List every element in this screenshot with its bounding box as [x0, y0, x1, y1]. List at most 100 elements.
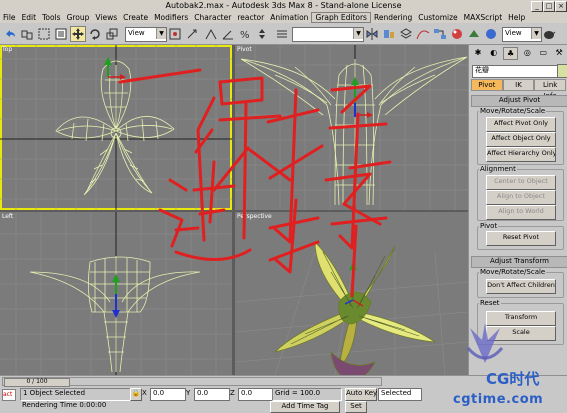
add-time-tag-button[interactable]: Add Time Tag — [270, 401, 340, 413]
quick-render-icon[interactable] — [483, 26, 499, 42]
reset-scale-button[interactable]: Scale — [486, 326, 556, 341]
adjust-transform-rollout[interactable]: Adjust Transform — [471, 256, 567, 268]
viewport-area: Top Pivot Left Perspective — [0, 45, 468, 375]
time-slider-thumb[interactable]: 0 / 100 — [4, 378, 70, 387]
menu-help[interactable]: Help — [505, 12, 528, 23]
material-editor-icon[interactable] — [449, 26, 465, 42]
menu-edit[interactable]: Edit — [19, 12, 40, 23]
menu-create[interactable]: Create — [120, 12, 151, 23]
top-view-graphics — [0, 45, 232, 210]
command-panel: ✱ ◐ ♣ ◎ ▭ ⚒ 花瓣 Pivot IK Link Info Adjust… — [468, 45, 567, 375]
utilities-tab-icon[interactable]: ⚒ — [552, 47, 566, 58]
reference-coord-dropdown[interactable]: View ▼ — [125, 27, 167, 42]
reset-label: Reset — [479, 299, 501, 307]
center-to-object-button[interactable]: Center to Object — [486, 175, 556, 190]
align-icon[interactable] — [381, 26, 397, 42]
viewport-perspective[interactable]: Perspective — [235, 212, 468, 375]
selection-status: 1 Object Selected — [20, 388, 132, 401]
y-coord-field[interactable]: 0.0 — [194, 388, 230, 401]
modify-tab-icon[interactable]: ◐ — [487, 47, 501, 58]
left-view-graphics — [0, 212, 232, 375]
maxscript-listener[interactable]: act — [2, 389, 16, 401]
set-key-button[interactable]: Set — [345, 401, 367, 413]
select-link-icon[interactable] — [19, 26, 35, 42]
undo-icon[interactable] — [2, 26, 18, 42]
menu-character[interactable]: Character — [191, 12, 234, 23]
affect-object-only-button[interactable]: Affect Object Only — [486, 132, 556, 147]
render-scene-icon[interactable] — [466, 26, 482, 42]
percent-snap-icon[interactable]: % — [237, 26, 253, 42]
select-move-icon[interactable] — [70, 26, 86, 42]
object-color-swatch[interactable] — [557, 64, 567, 78]
reset-transform-button[interactable]: Transform — [486, 311, 556, 326]
menu-group[interactable]: Group — [64, 12, 93, 23]
align-to-world-button[interactable]: Align to World — [486, 205, 556, 220]
close-button[interactable]: × — [555, 1, 567, 12]
select-region-icon[interactable] — [36, 26, 52, 42]
tab-ik[interactable]: IK — [502, 79, 535, 91]
render-type-dropdown[interactable]: View ▼ — [502, 27, 542, 42]
snaps-toggle-icon[interactable] — [203, 26, 219, 42]
tab-pivot[interactable]: Pivot — [471, 79, 503, 91]
select-rotate-icon[interactable] — [87, 26, 103, 42]
svg-text:%: % — [240, 30, 250, 41]
menu-reactor[interactable]: reactor — [234, 12, 267, 23]
named-selection-icon[interactable] — [274, 26, 290, 42]
object-name-field[interactable]: 花瓣 — [472, 65, 558, 78]
x-coord-field[interactable]: 0.0 — [150, 388, 186, 401]
front-view-graphics — [235, 45, 468, 210]
tab-link-info[interactable]: Link Info — [534, 79, 567, 100]
affect-hierarchy-only-button[interactable]: Affect Hierarchy Only — [486, 147, 556, 162]
key-filter-dropdown[interactable]: Selected — [378, 388, 422, 401]
schematic-view-icon[interactable] — [432, 26, 448, 42]
menu-file[interactable]: File — [0, 12, 19, 23]
reset-pivot-button[interactable]: Reset Pivot — [486, 231, 556, 246]
pivot-label: Pivot — [479, 222, 499, 230]
menu-modifiers[interactable]: Modifiers — [151, 12, 191, 23]
create-tab-icon[interactable]: ✱ — [471, 47, 485, 58]
z-coord-field[interactable]: 0.0 — [238, 388, 274, 401]
command-panel-tabs: ✱ ◐ ♣ ◎ ▭ ⚒ — [471, 47, 566, 60]
lock-selection-icon[interactable]: 🔒 — [130, 388, 142, 401]
curve-editor-icon[interactable] — [415, 26, 431, 42]
minimize-button[interactable]: _ — [531, 1, 543, 12]
motion-tab-icon[interactable]: ◎ — [520, 47, 534, 58]
menu-graph-editors[interactable]: Graph Editors — [311, 12, 371, 23]
menu-views[interactable]: Views — [92, 12, 120, 23]
menu-maxscript[interactable]: MAXScript — [461, 12, 506, 23]
rendering-time: Rendering Time 0:00:00 — [22, 401, 132, 411]
spinner-snap-icon[interactable] — [254, 26, 270, 42]
select-manipulate-icon[interactable] — [184, 26, 200, 42]
viewport-front[interactable]: Pivot — [235, 45, 468, 210]
select-scale-icon[interactable] — [104, 26, 120, 42]
menu-tools[interactable]: Tools — [39, 12, 63, 23]
teapot-render-icon[interactable] — [541, 26, 557, 42]
dont-affect-children-button[interactable]: Don't Affect Children — [486, 279, 556, 294]
adjust-pivot-rollout[interactable]: Adjust Pivot — [471, 95, 567, 107]
auto-key-button[interactable]: Auto Key — [345, 388, 377, 401]
named-selection-set-dropdown[interactable]: ▼ — [292, 27, 364, 42]
chevron-down-icon: ▼ — [531, 28, 541, 39]
affect-pivot-only-button[interactable]: Affect Pivot Only — [486, 117, 556, 132]
menu-rendering[interactable]: Rendering — [371, 12, 415, 23]
time-slider[interactable]: 0 / 100 — [2, 377, 382, 387]
viewport-left[interactable]: Left — [0, 212, 232, 375]
mirror-icon[interactable] — [364, 26, 380, 42]
angle-snap-icon[interactable] — [220, 26, 236, 42]
hierarchy-tab-icon[interactable]: ♣ — [502, 47, 519, 60]
move-rotate-scale-label-2: Move/Rotate/Scale — [479, 268, 547, 276]
alignment-label: Alignment — [479, 165, 517, 173]
layer-manager-icon[interactable] — [398, 26, 414, 42]
title-bar: Autobak2.max - Autodesk 3ds Max 8 - Stan… — [0, 0, 567, 12]
align-to-object-button[interactable]: Align to Object — [486, 190, 556, 205]
perspective-view-graphics — [235, 241, 468, 375]
menu-bar: File Edit Tools Group Views Create Modif… — [0, 12, 567, 23]
select-by-name-icon[interactable] — [53, 26, 69, 42]
pivot-center-icon[interactable] — [167, 26, 183, 42]
z-label: Z — [230, 389, 238, 398]
maximize-button[interactable]: □ — [543, 1, 555, 12]
display-tab-icon[interactable]: ▭ — [536, 47, 550, 58]
menu-customize[interactable]: Customize — [415, 12, 460, 23]
viewport-top[interactable]: Top — [0, 45, 232, 210]
menu-animation[interactable]: Animation — [267, 12, 311, 23]
